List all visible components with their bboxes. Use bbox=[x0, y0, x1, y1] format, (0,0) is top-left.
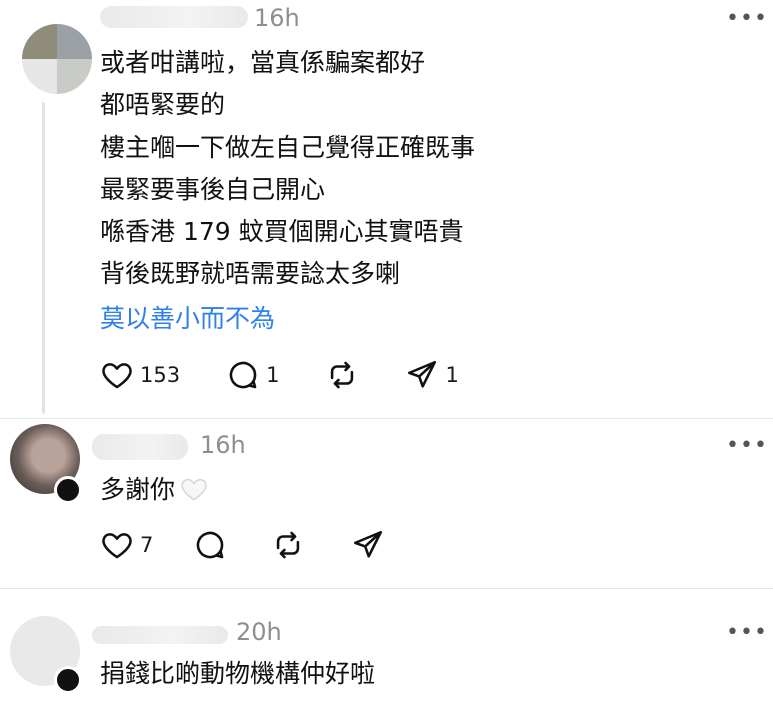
post-text-line: 背後既野就唔需要諗太多喇 bbox=[100, 259, 401, 288]
post-text-line: 最緊要事後自己開心 bbox=[100, 175, 326, 204]
post-text-line: 樓主嗰一下做左自己覺得正確既事 bbox=[100, 133, 476, 162]
repost-icon bbox=[277, 531, 300, 559]
more-options-icon[interactable]: ••• bbox=[726, 6, 768, 31]
comment-button[interactable] bbox=[193, 528, 227, 562]
like-count: 153 bbox=[140, 363, 181, 387]
reply-text-content: 多謝你 bbox=[100, 475, 176, 504]
comment-count: 1 bbox=[266, 363, 280, 387]
comment-icon bbox=[229, 361, 257, 389]
follow-badge-icon[interactable] bbox=[54, 476, 82, 504]
heart-icon bbox=[102, 363, 132, 389]
like-button[interactable]: 7 bbox=[100, 528, 153, 562]
reply-text: 多謝你 bbox=[100, 474, 209, 511]
repost-button[interactable] bbox=[271, 528, 305, 562]
username-blurred[interactable] bbox=[100, 6, 248, 28]
post-actions: 153 1 1 bbox=[100, 358, 505, 392]
post-text-line: 喺香港 179 蚊買個開心其實唔貴 bbox=[100, 217, 464, 246]
repost-icon bbox=[331, 361, 354, 389]
divider bbox=[0, 588, 773, 589]
follow-badge-icon[interactable] bbox=[54, 666, 82, 694]
share-count: 1 bbox=[445, 363, 459, 387]
username-blurred[interactable] bbox=[92, 626, 228, 644]
divider bbox=[0, 418, 773, 419]
avatar[interactable] bbox=[22, 24, 92, 94]
like-button[interactable]: 153 bbox=[100, 358, 180, 392]
post-text-line: 或者咁講啦，當真係騙案都好 bbox=[100, 48, 426, 77]
send-icon bbox=[354, 530, 383, 558]
tag-link[interactable]: 莫以善小而不為 bbox=[100, 304, 275, 334]
post-actions: 7 bbox=[100, 528, 431, 562]
username-blurred[interactable] bbox=[92, 434, 188, 460]
thread-line bbox=[42, 102, 45, 414]
more-options-icon[interactable]: ••• bbox=[726, 433, 768, 458]
post-time: 20h bbox=[236, 618, 282, 646]
heart-icon bbox=[102, 533, 132, 559]
share-button[interactable]: 1 bbox=[405, 358, 459, 392]
comment-icon bbox=[197, 531, 224, 559]
like-count: 7 bbox=[140, 533, 154, 557]
post-time: 16h bbox=[200, 431, 246, 459]
comment-button[interactable]: 1 bbox=[226, 358, 279, 392]
more-options-icon[interactable]: ••• bbox=[726, 620, 768, 645]
share-button[interactable] bbox=[351, 528, 385, 562]
reply-text: 捐錢比啲動物機構仲好啦 bbox=[100, 659, 376, 688]
send-icon bbox=[408, 360, 437, 388]
repost-button[interactable] bbox=[325, 358, 359, 392]
post-text-line: 都唔緊要的 bbox=[100, 90, 226, 119]
post-time: 16h bbox=[254, 4, 300, 32]
white-heart-emoji-icon bbox=[179, 474, 209, 511]
